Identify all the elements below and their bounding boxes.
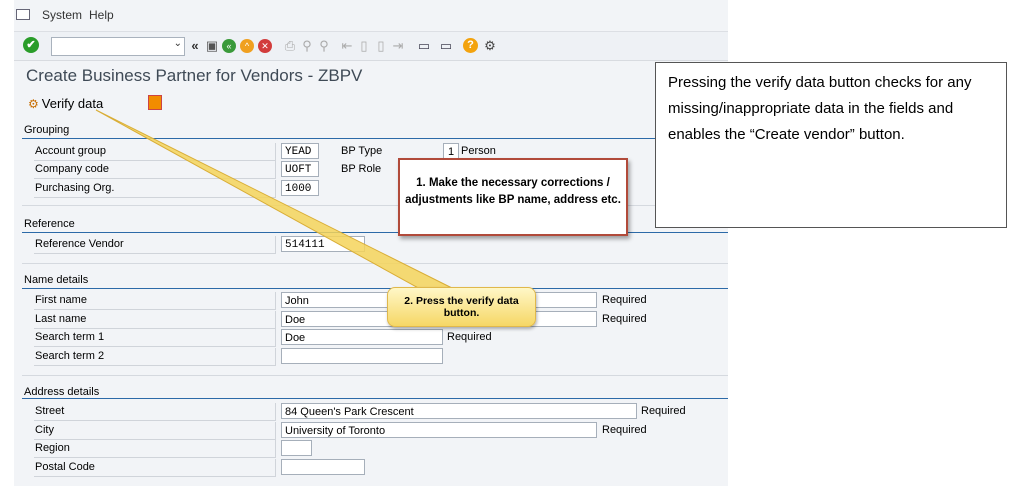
callout-corrections: 1. Make the necessary corrections / adju… <box>398 158 628 236</box>
explanation-note: Pressing the verify data button checks f… <box>655 62 1007 228</box>
callout-press-verify: 2. Press the verify data button. <box>387 287 536 327</box>
